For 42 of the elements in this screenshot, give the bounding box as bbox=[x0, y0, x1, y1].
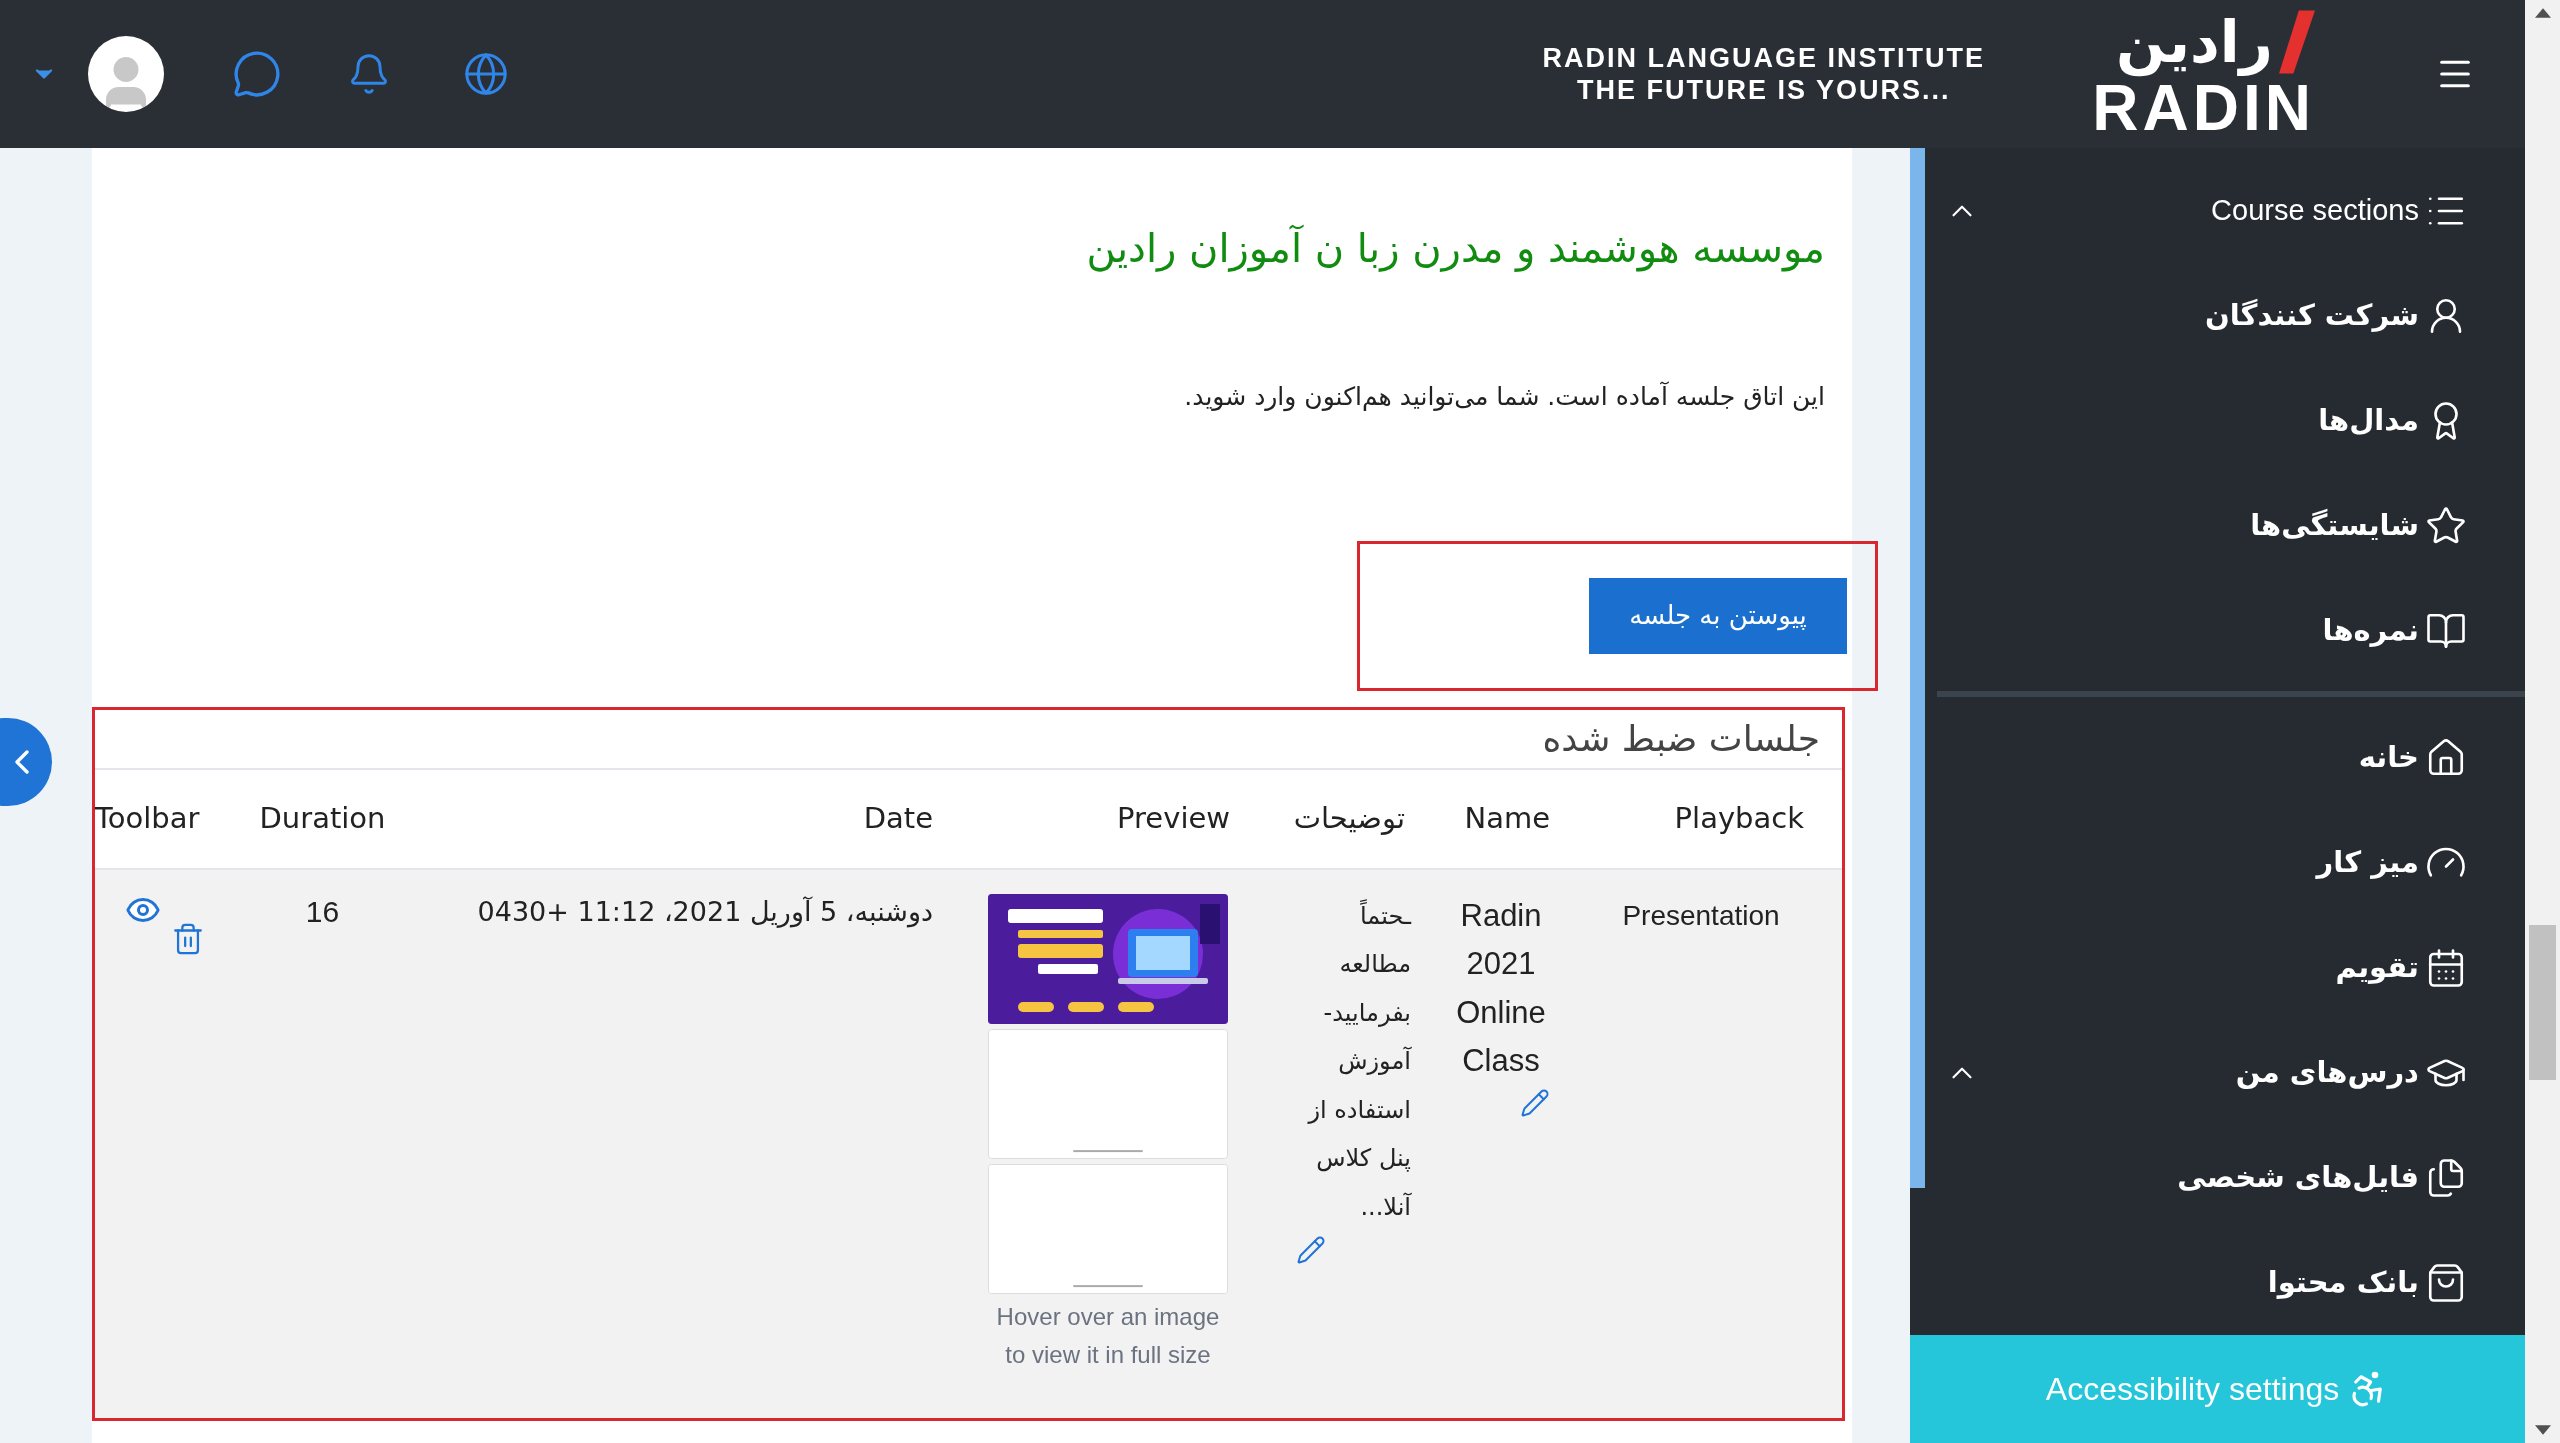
table-cell-text: 16 bbox=[305, 893, 340, 930]
sidebar-item[interactable]: بانک محتوا bbox=[1925, 1230, 2525, 1335]
sidebar-item[interactable]: درس‌های من bbox=[1925, 1020, 2525, 1125]
preview-hint: Hover over an image to view it in full size bbox=[995, 1301, 1221, 1370]
sidebar-item[interactable]: شایستگی‌ها bbox=[1925, 473, 2525, 578]
column-header: توضیحات bbox=[1293, 799, 1405, 837]
page-heading: موسسه هوشمند و مدرن زبا ن آموزان رادین bbox=[1085, 223, 1825, 274]
sidebar-item[interactable]: فایل‌های شخصی bbox=[1925, 1125, 2525, 1230]
logo-text: رادین bbox=[2116, 8, 2273, 76]
logo-text: RADIN bbox=[2092, 76, 2315, 140]
scroll-down-icon[interactable] bbox=[2534, 1425, 2551, 1435]
column-header: Date bbox=[863, 799, 933, 837]
status-message: این اتاق جلسه آماده است. شما می‌توانید هم‌اکنون وارد شوید. bbox=[1183, 380, 1825, 414]
brand-tagline: THE FUTURE IS YOURS... bbox=[1576, 74, 1951, 106]
join-session-button[interactable]: پیوستن به جلسه bbox=[1589, 577, 1847, 654]
brand-text: RADIN LANGUAGE INSTITUTE bbox=[1542, 42, 1985, 74]
column-header: Name bbox=[1464, 799, 1550, 837]
table-cell-text: دوشنبه، 5 آوریل 2021، 11:12 +0430 bbox=[477, 894, 933, 930]
sidebar-item[interactable]: مدال‌ها bbox=[1925, 368, 2525, 473]
sidebar-item[interactable]: خانه bbox=[1925, 705, 2525, 810]
sidebar-item[interactable]: نمره‌ها bbox=[1925, 578, 2525, 683]
scroll-up-icon[interactable] bbox=[2534, 8, 2551, 18]
globe-icon[interactable] bbox=[463, 51, 509, 97]
section-heading: جلسات ضبط شده bbox=[1542, 716, 1820, 761]
table-cell-text: Presentation bbox=[1622, 898, 1780, 933]
column-header: Duration bbox=[259, 799, 386, 837]
sidebar-item[interactable]: تقویم bbox=[1925, 915, 2525, 1020]
column-header: Preview bbox=[1117, 799, 1230, 837]
edit-icon[interactable] bbox=[1520, 1087, 1550, 1118]
scrollbar-thumb[interactable] bbox=[2529, 925, 2556, 1080]
scrollbar[interactable] bbox=[2525, 0, 2560, 1443]
column-header: Playback bbox=[1674, 799, 1804, 837]
column-header: Toolbar bbox=[95, 799, 200, 837]
edit-icon[interactable] bbox=[1296, 1235, 1326, 1265]
sidebar-item[interactable]: میز کار bbox=[1925, 810, 2525, 915]
sidebar-item[interactable]: Course sections bbox=[1925, 158, 2525, 263]
delete-icon[interactable] bbox=[171, 921, 205, 956]
sidebar-item[interactable]: شرکت کنندگان bbox=[1925, 263, 2525, 368]
chat-icon[interactable] bbox=[232, 49, 282, 99]
logo-slash-icon bbox=[2279, 10, 2315, 74]
table-cell-text: Radin 2021 Online Class bbox=[1455, 896, 1547, 1080]
table-cell-text: ـحتماً مطالعه بفرمایید- آموزش استفاده از پنل کلاس آنلا... bbox=[1306, 898, 1411, 1223]
